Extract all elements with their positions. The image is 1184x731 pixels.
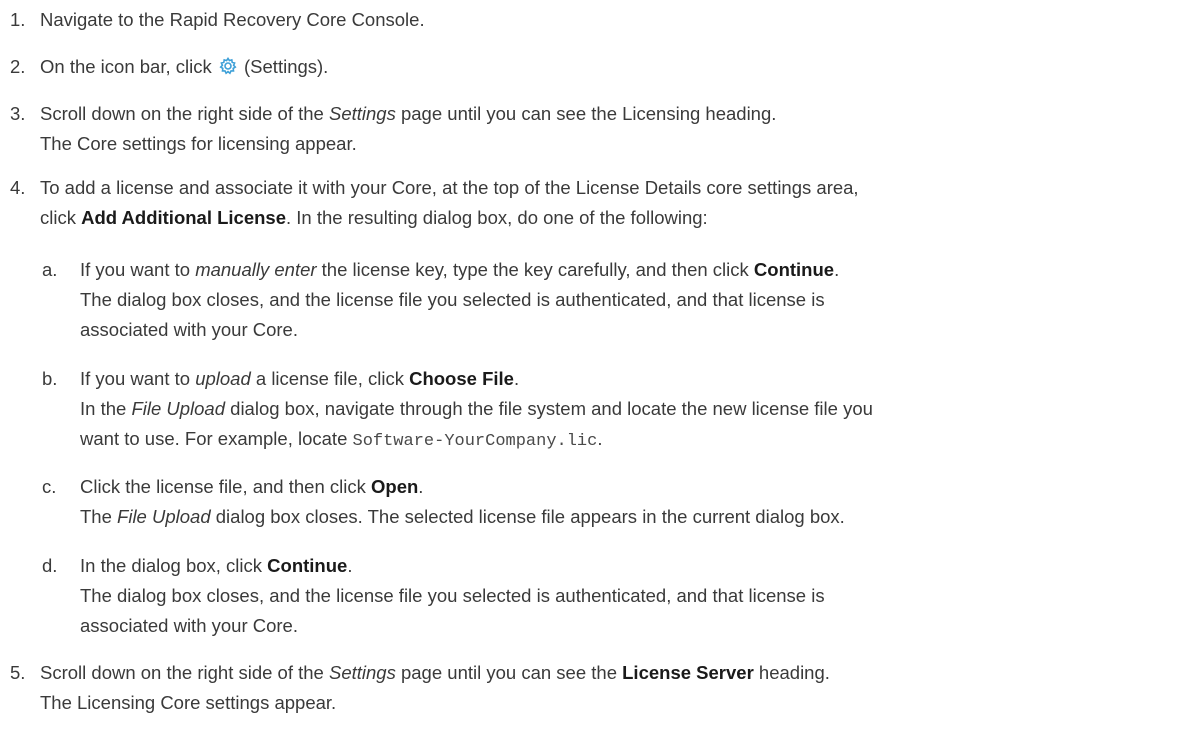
step-result: The dialog box closes, and the license f…: [80, 289, 825, 310]
step-3: 3. Scroll down on the right side of the …: [10, 99, 1170, 159]
ui-term: upload: [195, 368, 251, 389]
step-text: Scroll down on the right side of the: [40, 662, 324, 683]
step-text: .: [513, 368, 520, 389]
step-5: 5. Scroll down on the right side of the …: [10, 658, 1170, 718]
ui-term: File Upload: [131, 398, 226, 419]
step-result: associated with your Core.: [80, 615, 298, 636]
step-text: a license file, click: [255, 368, 404, 389]
step-text: On the icon bar, click: [40, 56, 212, 77]
step-text: .: [347, 555, 353, 576]
step-number: 2.: [10, 56, 26, 77]
substep-c: c. Click the license file, and then clic…: [42, 472, 1172, 532]
step-text: .: [834, 259, 840, 280]
step-text: .: [597, 428, 603, 449]
step-text: click: [40, 207, 76, 228]
file-name: Software-YourCompany.lic: [352, 432, 598, 451]
step-text: Scroll down on the right side of the: [40, 103, 324, 124]
ui-term: Add Additional License: [81, 207, 287, 228]
step-result: The Core settings for licensing appear.: [40, 133, 357, 154]
step-text: The: [80, 506, 112, 527]
step-text: (Settings).: [244, 56, 329, 77]
step-text: . In the resulting dialog box, do one of…: [286, 207, 708, 228]
ui-term: File Upload: [117, 506, 211, 527]
step-1: 1. Navigate to the Rapid Recovery Core C…: [10, 5, 1170, 35]
step-text: heading.: [758, 662, 830, 683]
substep-letter: d.: [42, 555, 58, 576]
substep-letter: b.: [42, 368, 58, 389]
ui-term: Settings: [328, 103, 396, 124]
step-text: page until you can see the: [400, 662, 617, 683]
ui-term: Settings: [328, 662, 396, 683]
step-result: The Licensing Core settings appear.: [40, 692, 337, 713]
step-result: associated with your Core.: [80, 319, 298, 340]
step-number: 3.: [10, 103, 26, 124]
ui-term: Continue: [267, 555, 348, 576]
step-text: Click the license file, and then click: [80, 476, 366, 497]
gear-icon: [219, 54, 237, 75]
step-4: 4. To add a license and associate it wit…: [10, 173, 1170, 233]
step-text: In the: [80, 398, 127, 419]
step-text: In the dialog box, click: [80, 555, 263, 576]
substep-d: d. In the dialog box, click Continue. Th…: [42, 551, 1172, 641]
step-text: If you want to: [80, 368, 191, 389]
ui-term: License Server: [622, 662, 754, 683]
ui-term: Choose File: [409, 368, 514, 389]
step-text: .: [418, 476, 424, 497]
step-text: dialog box closes. The selected license …: [215, 506, 845, 527]
step-number: 4.: [10, 177, 26, 198]
substep-a: a. If you want to manually enter the lic…: [42, 255, 1172, 345]
document-page: 1. Navigate to the Rapid Recovery Core C…: [0, 0, 1184, 731]
ui-term: Continue: [753, 259, 835, 280]
substep-b: b. If you want to upload a license file,…: [42, 364, 1172, 457]
step-2: 2. On the icon bar, click (Settings).: [10, 52, 1170, 82]
step-text: want to use. For example, locate: [80, 428, 348, 449]
step-text: page until you can see the Licensing hea…: [400, 103, 777, 124]
step-text: To add a license and associate it with y…: [40, 177, 859, 198]
substep-letter: c.: [42, 476, 57, 497]
step-text: Navigate to the Rapid Recovery Core Cons…: [40, 9, 425, 30]
step-text: the license key, type the key carefully,…: [321, 259, 749, 280]
substep-letter: a.: [42, 259, 58, 280]
step-text: dialog box, navigate through the file sy…: [230, 398, 873, 419]
step-number: 5.: [10, 662, 26, 683]
step-number: 1.: [10, 9, 26, 30]
ui-term: manually enter: [195, 259, 317, 280]
step-text: If you want to: [80, 259, 191, 280]
ui-term: Open: [371, 476, 419, 497]
step-result: The dialog box closes, and the license f…: [80, 585, 825, 606]
